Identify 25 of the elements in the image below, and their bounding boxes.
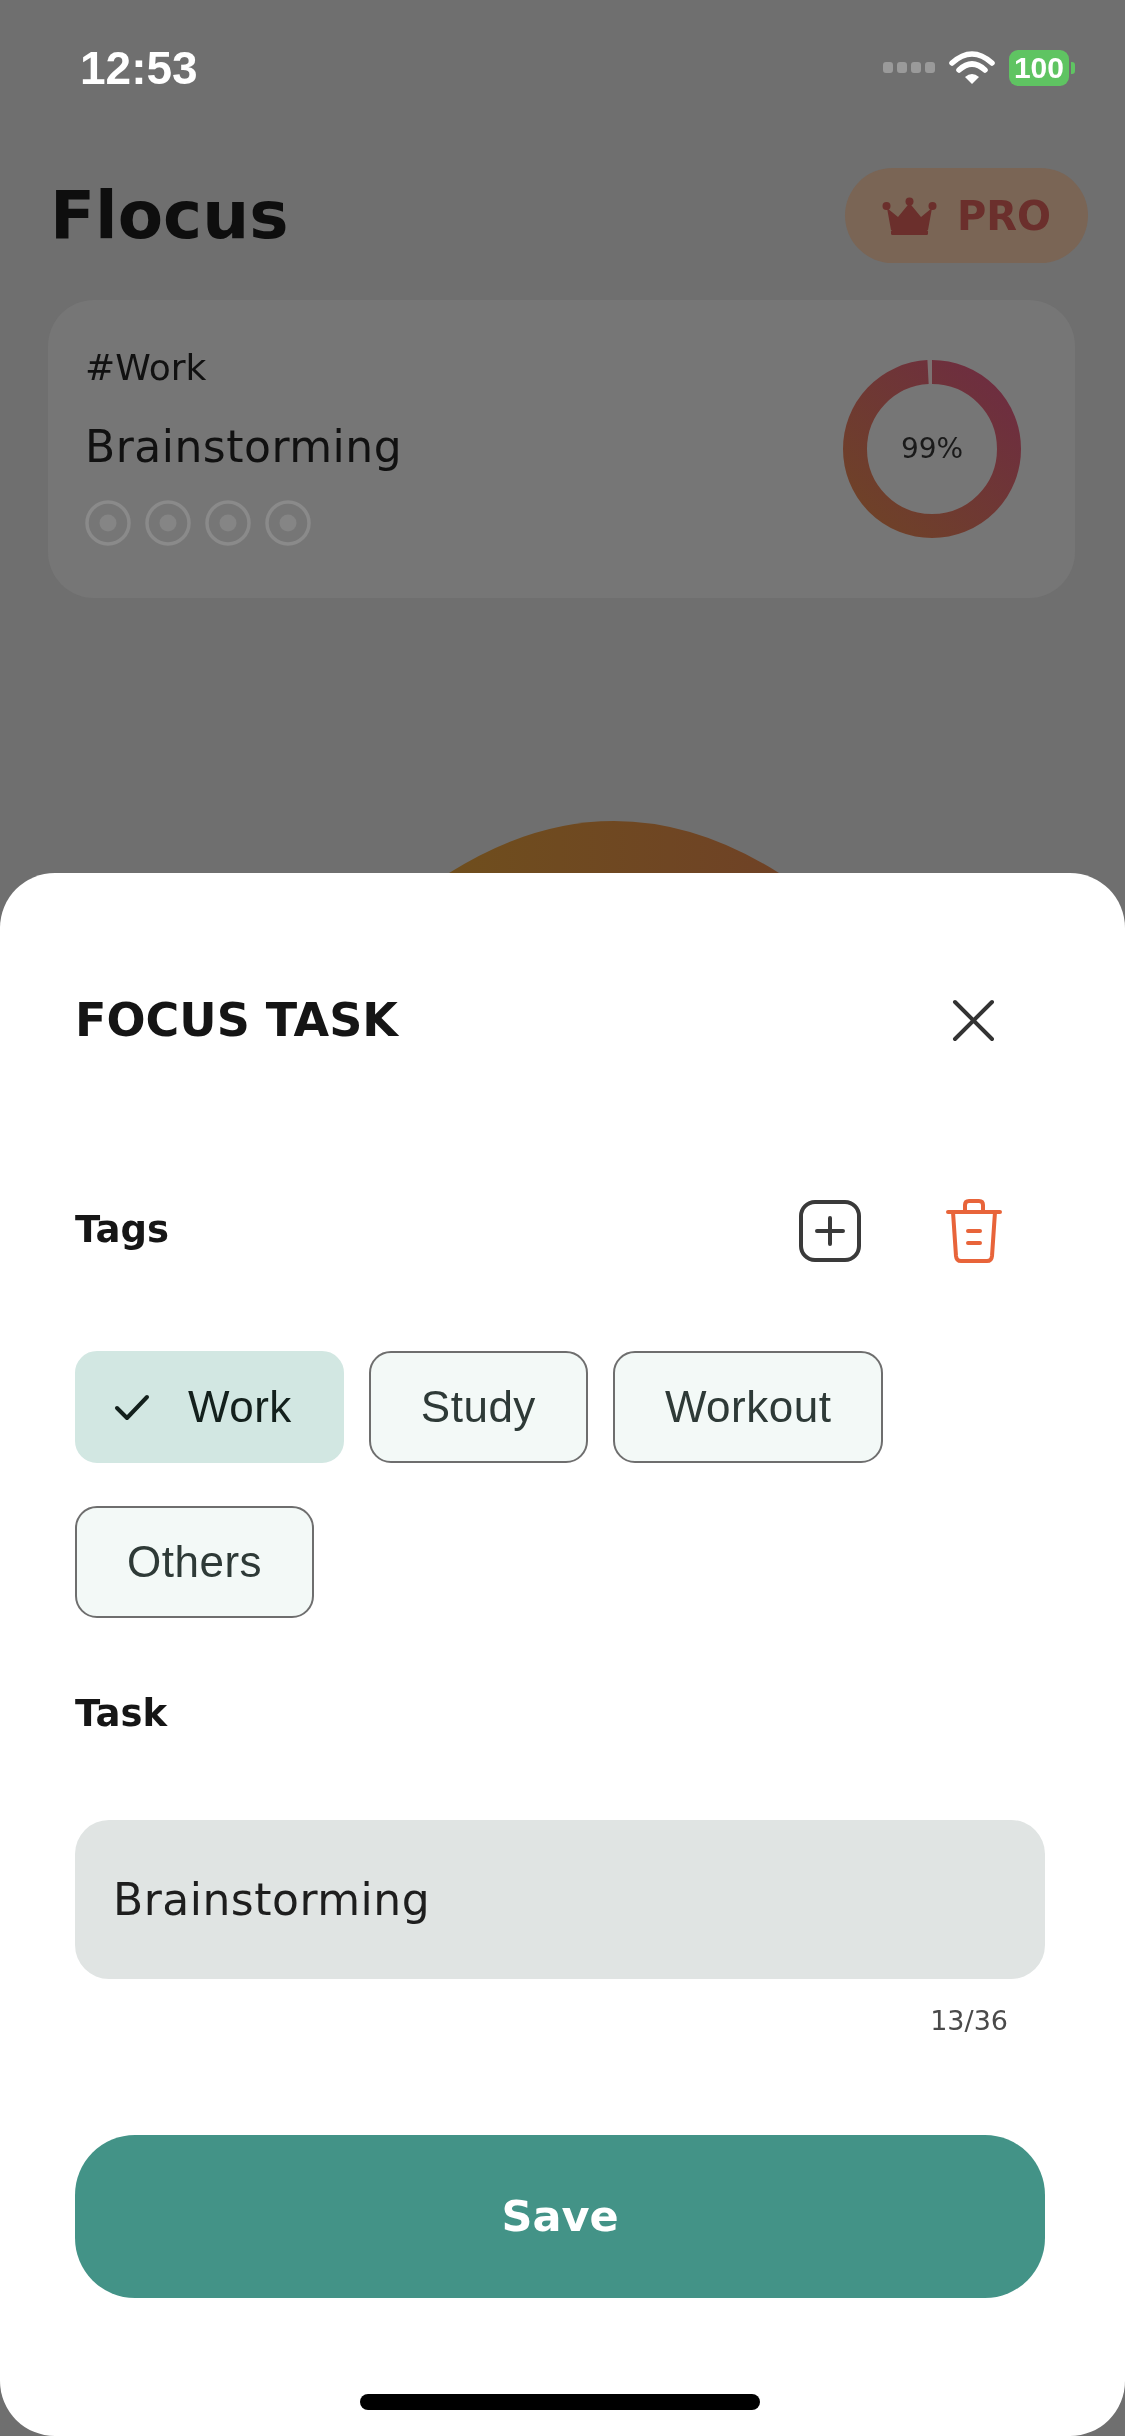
task-name: Brainstorming (85, 421, 403, 473)
tag-chip[interactable]: Work (75, 1351, 344, 1463)
task-label: Task (75, 1692, 168, 1737)
character-counter: 13/36 (930, 2005, 1008, 2038)
sheet-title: FOCUS TASK (75, 997, 398, 1043)
battery-indicator: 100 (1008, 49, 1075, 86)
trash-icon (945, 1197, 1003, 1264)
delete-tag-button[interactable] (945, 1197, 1003, 1264)
tag-chip[interactable]: Others (75, 1506, 315, 1618)
tag-chip[interactable]: Study (368, 1351, 588, 1463)
task-input[interactable]: Brainstorming (75, 1820, 1045, 1980)
status-time: 12:53 (80, 44, 198, 91)
check-icon (114, 1393, 150, 1421)
plus-square-icon (799, 1199, 861, 1262)
task-tag: #Work (85, 348, 207, 388)
progress-percent: 99% (900, 435, 964, 463)
close-icon (951, 998, 995, 1042)
save-button[interactable]: Save (75, 2134, 1045, 2298)
add-tag-button[interactable] (799, 1199, 861, 1262)
signal-icon (882, 62, 935, 73)
tags-label: Tags (75, 1208, 169, 1253)
crown-icon (881, 196, 937, 235)
wifi-icon (948, 50, 995, 85)
tag-chip[interactable]: Workout (612, 1351, 884, 1463)
app-title: Flocus (50, 182, 289, 249)
